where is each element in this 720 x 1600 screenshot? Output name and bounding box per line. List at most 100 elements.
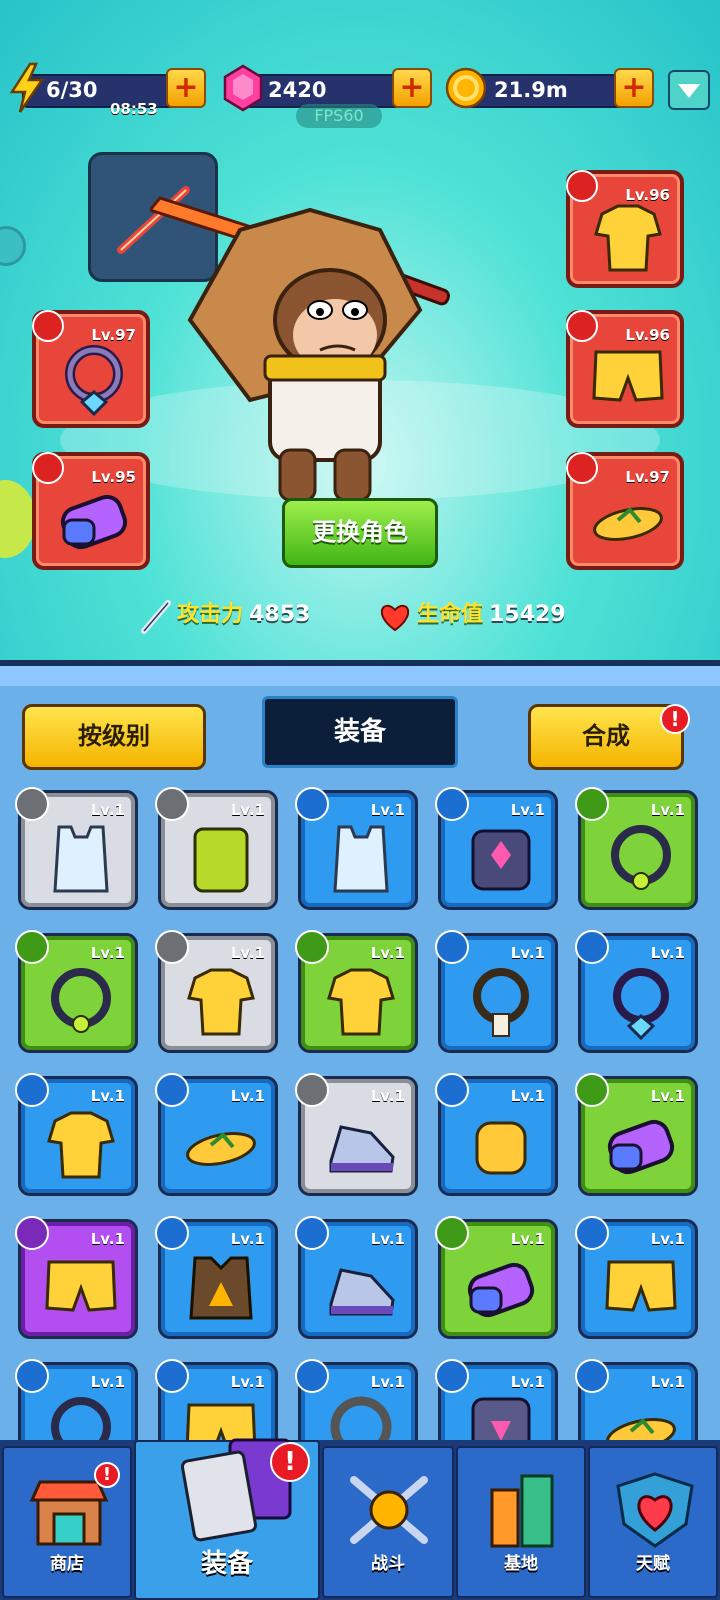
cargo-shorts-icon	[193, 827, 249, 893]
sneaker-icon	[329, 1268, 395, 1316]
change-character-button[interactable]: 更换角色	[282, 498, 438, 568]
item-level: Lv.1	[90, 1230, 125, 1248]
energy-timer: 08:53	[110, 100, 158, 118]
swim-shorts-icon	[605, 1260, 677, 1312]
vip-diamond-button[interactable]	[668, 70, 710, 110]
sort-by-level-button[interactable]: 按级别	[22, 704, 206, 770]
inventory-item[interactable]: Lv.1	[155, 930, 278, 1053]
nav-shop-label: 商店	[50, 1554, 84, 1574]
necklace-category-icon	[575, 930, 609, 964]
inventory-item[interactable]: Lv.1	[435, 787, 558, 910]
shirt-category-icon	[15, 1073, 49, 1107]
heart-icon	[380, 604, 410, 631]
inventory-item[interactable]: Lv.1	[575, 1073, 698, 1196]
inventory-item[interactable]: Lv.1	[295, 1216, 418, 1339]
inventory-item[interactable]: Lv.1	[575, 930, 698, 1053]
flip-flops-icon	[593, 507, 663, 541]
merge-alert-badge: !	[660, 704, 690, 734]
equipped-shoes-slot[interactable]: Lv.97	[566, 452, 684, 570]
add-energy-button[interactable]: +	[166, 68, 206, 108]
glove-icon	[475, 1121, 527, 1175]
necklace-category-icon	[15, 930, 49, 964]
item-level: Lv.1	[650, 1230, 685, 1248]
coin-icon	[445, 67, 487, 109]
gauntlet-icon	[467, 1262, 535, 1318]
lightning-icon	[9, 62, 45, 113]
item-level: Lv.1	[230, 1373, 265, 1391]
add-gems-button[interactable]: +	[392, 68, 432, 108]
gem-icon	[223, 64, 263, 112]
hawaiian-shirt-icon	[327, 968, 395, 1036]
shirt-category-icon	[435, 787, 469, 821]
item-level: Lv.1	[230, 944, 265, 962]
necklace-category-icon	[295, 1359, 329, 1393]
inventory-item[interactable]: Lv.1	[575, 1216, 698, 1339]
inventory-item[interactable]: Lv.1	[435, 930, 558, 1053]
diamond-icon	[678, 84, 700, 98]
energy-count: 6/30	[46, 78, 98, 102]
inventory-item[interactable]: Lv.1	[295, 930, 418, 1053]
nav-tab-base[interactable]: 基地	[456, 1446, 586, 1598]
item-level: Lv.1	[370, 1230, 405, 1248]
nav-tab-battle[interactable]: 战斗	[322, 1446, 454, 1598]
nav-tab-shop[interactable]: ! 商店	[2, 1446, 132, 1598]
swim-shorts-icon	[45, 1260, 117, 1312]
add-coins-button[interactable]: +	[614, 68, 654, 108]
shoes-category-icon	[295, 1073, 329, 1107]
shorts-category-icon	[575, 1216, 609, 1250]
necklace-icon	[611, 825, 671, 890]
item-level: Lv.1	[230, 1087, 265, 1105]
inventory-item[interactable]: Lv.1	[435, 1216, 558, 1339]
inventory-item[interactable]: Lv.1	[15, 1073, 138, 1196]
shorts-category-icon	[155, 1359, 189, 1393]
inventory-item[interactable]: Lv.1	[155, 787, 278, 910]
flip-flops-icon	[186, 1132, 256, 1166]
necklace-category-icon	[15, 1359, 49, 1393]
nav-tab-equipment[interactable]: ! 装备	[134, 1438, 320, 1600]
inventory-item[interactable]: Lv.1	[435, 1073, 558, 1196]
equipped-shirt-slot[interactable]: Lv.96	[566, 170, 684, 288]
shoes-category-icon	[575, 1359, 609, 1393]
buildings-icon	[490, 1474, 554, 1548]
inventory-item[interactable]: Lv.1	[295, 787, 418, 910]
equipped-shorts-slot[interactable]: Lv.96	[566, 310, 684, 428]
hawaiian-shirt-icon	[47, 1111, 115, 1179]
nav-tab-talent[interactable]: 天赋	[588, 1446, 718, 1598]
gloves-category-icon	[435, 1073, 469, 1107]
gem-count: 2420	[268, 78, 327, 102]
inventory-item[interactable]: Lv.1	[575, 787, 698, 910]
heart-shield-icon	[616, 1472, 694, 1548]
gauntlet-icon	[607, 1119, 675, 1175]
tank-top-icon	[53, 825, 109, 893]
shoes-category-icon	[295, 1216, 329, 1250]
hawaiian-shirt-icon	[187, 968, 255, 1036]
gloves-category-icon	[435, 1216, 469, 1250]
equipped-gloves-slot[interactable]: Lv.95	[32, 452, 150, 570]
item-level: Lv.1	[650, 1087, 685, 1105]
gloves-category-icon	[575, 1073, 609, 1107]
inventory-item[interactable]: Lv.1	[155, 1216, 278, 1339]
item-level: Lv.1	[510, 1230, 545, 1248]
sword-stat-icon	[141, 599, 171, 634]
necklace-icon	[51, 968, 111, 1033]
inventory-item[interactable]: Lv.1	[15, 1216, 138, 1339]
equipped-necklace-slot[interactable]: Lv.97	[32, 310, 150, 428]
item-level: Lv.1	[230, 1230, 265, 1248]
equipment-tab-title: 装备	[262, 696, 458, 768]
item-level: Lv.1	[650, 1373, 685, 1391]
inventory-item[interactable]: Lv.1	[15, 930, 138, 1053]
item-level: Lv.1	[650, 944, 685, 962]
necklace-category-icon	[575, 787, 609, 821]
character-monkey	[150, 196, 450, 502]
necklace-category-icon	[435, 930, 469, 964]
hp-label: 生命值	[417, 602, 484, 627]
inventory-item[interactable]: Lv.1	[155, 1073, 278, 1196]
nav-equipment-label: 装备	[200, 1549, 253, 1579]
shirt-category-icon	[295, 930, 329, 964]
item-level: Lv.1	[370, 944, 405, 962]
shop-alert-badge: !	[94, 1462, 120, 1488]
nav-battle-label: 战斗	[371, 1554, 405, 1574]
inventory-item[interactable]: Lv.1	[295, 1073, 418, 1196]
attack-value: 4853	[249, 602, 311, 627]
inventory-item[interactable]: Lv.1	[15, 787, 138, 910]
